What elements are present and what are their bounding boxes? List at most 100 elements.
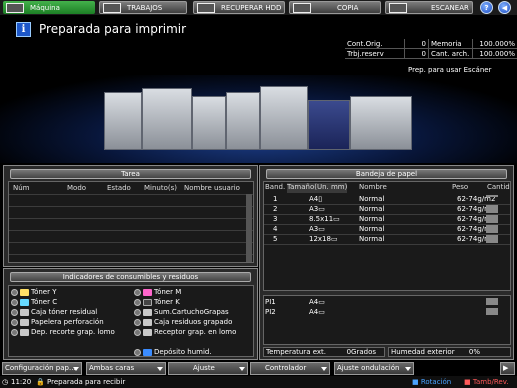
trim-icon <box>20 328 29 336</box>
toner-m-indicator: Tóner M <box>134 288 181 296</box>
tray-number: 4 <box>273 225 278 233</box>
tray-row[interactable]: 2 A3▭ Normal 62-74g/m2 <box>264 204 499 214</box>
ajuste-ondulacion-button[interactable]: Ajuste ondulación <box>334 362 414 375</box>
tray-paper-name: Normal <box>359 195 385 203</box>
waste-box-icon <box>20 308 29 316</box>
cartucho-grapas-indicator: Sum.CartuchoGrapas <box>134 308 229 316</box>
humidity-display: Humedad exterior 0% <box>388 347 511 357</box>
hdd-icon <box>197 2 215 13</box>
staple-icon <box>143 308 152 316</box>
cont-orig-value: 0 <box>405 39 429 48</box>
pi-size: A4▭ <box>309 298 325 306</box>
cant-arch-label: Cant. arch. <box>429 49 473 58</box>
lock-icon: 🔒 <box>36 378 45 386</box>
tray-number: 3 <box>273 215 278 223</box>
controlador-button[interactable]: Controlador <box>250 362 330 375</box>
toner-c-label: Tóner C <box>31 298 58 306</box>
tray-number: 2 <box>273 205 278 213</box>
ajuste-ondulacion-label: Ajuste ondulación <box>337 364 400 372</box>
help-button[interactable]: ? <box>480 1 493 14</box>
configuracion-papel-button[interactable]: Configuración pap... <box>2 362 82 375</box>
tray-number: 5 <box>273 235 278 243</box>
tray-quantity-bar <box>486 235 498 243</box>
toner-c-indicator: Tóner C <box>11 298 57 306</box>
col-cantidad: Cantid <box>487 183 510 191</box>
tray-paper-name: Normal <box>359 205 385 213</box>
papelera-perforacion-indicator: Papelera perforación <box>11 318 104 326</box>
tab-escanear[interactable]: ESCANEAR <box>385 1 473 14</box>
jobs-icon <box>103 2 121 13</box>
counters-table: Cont.Orig. 0 Memoria 100.000% Trbj.reser… <box>345 39 517 59</box>
staple-waste-icon <box>143 318 152 326</box>
toner-k-label: Tóner K <box>154 298 180 306</box>
pi-quantity-bar <box>486 298 498 305</box>
bandeja-title: Bandeja de papel <box>266 169 507 179</box>
punch-icon <box>20 318 29 326</box>
ajuste-button[interactable]: Ajuste <box>168 362 248 375</box>
copy-icon <box>293 2 311 13</box>
caja-residuos-grapado-label: Caja residuos grapado <box>154 318 233 326</box>
col-minutos: Minuto(s) <box>144 184 177 192</box>
col-nombre: Nombre <box>359 183 387 191</box>
temp-value: 0Grados <box>346 348 376 356</box>
top-tab-bar: Máquina TRABAJOS RECUPERAR HDD COPIA ESC… <box>0 0 517 15</box>
tab-recuperar-hdd-label: RECUPERAR HDD <box>221 3 282 12</box>
pi-row[interactable]: PI1 A4▭ <box>264 297 499 307</box>
toner-m-icon <box>143 288 152 296</box>
back-button[interactable]: ◀ <box>498 1 511 14</box>
tray-row[interactable]: 3 8.5x11▭ Normal 62-74g/m2 <box>264 214 499 224</box>
caja-residuos-grapado-indicator: Caja residuos grapado <box>134 318 232 326</box>
hum-value: 0% <box>468 348 480 356</box>
tamb-rev-indicator: ■ Tamb/Rev. <box>464 378 509 386</box>
info-icon: i <box>16 22 31 37</box>
consumibles-panel: Indicadores de consumibles y residuos Tó… <box>3 268 258 360</box>
tray-row[interactable]: 1 A4▯ Normal 62-74g/m2 <box>264 194 499 204</box>
tray-row[interactable]: 4 A3▭ Normal 62-74g/m2 <box>264 224 499 234</box>
tarea-title: Tarea <box>10 169 251 179</box>
tab-recuperar-hdd[interactable]: RECUPERAR HDD <box>193 1 285 14</box>
dep-recorte-indicator: Dep. recorte grap. lomo <box>11 328 115 336</box>
ambas-caras-button[interactable]: Ambas caras <box>86 362 166 375</box>
pi-row[interactable]: PI2 A4▭ <box>264 307 499 317</box>
toner-y-indicator: Tóner Y <box>11 288 57 296</box>
col-peso: Peso <box>452 183 469 191</box>
tarea-scrollbar[interactable] <box>246 194 252 262</box>
rotacion-label: Rotación <box>420 378 452 386</box>
cant-arch-value: 100.000% <box>479 50 515 58</box>
consumibles-area: Tóner Y Tóner C Caja tóner residual Pape… <box>8 285 254 357</box>
tray-size: A3▭ <box>309 225 325 233</box>
caja-toner-residual-label: Caja tóner residual <box>31 308 98 316</box>
scan-icon <box>389 2 407 13</box>
tab-copia[interactable]: COPIA <box>289 1 381 14</box>
tab-maquina[interactable]: Máquina <box>3 1 95 14</box>
col-modo: Modo <box>67 184 87 192</box>
tray-paper-name: Normal <box>359 225 385 233</box>
pi-quantity-bar <box>486 308 498 315</box>
toner-y-icon <box>20 288 29 296</box>
tab-trabajos[interactable]: TRABAJOS <box>99 1 187 14</box>
caja-toner-residual-indicator: Caja tóner residual <box>11 308 97 316</box>
clock-icon: ◷ <box>2 378 9 386</box>
pi-number: PI2 <box>265 308 276 316</box>
more-button[interactable]: ▶ <box>500 362 515 375</box>
rotacion-indicator: ■ Rotación <box>412 378 452 386</box>
status-message: Preparada para imprimir <box>39 22 187 36</box>
col-band: Band. <box>265 183 286 191</box>
tarea-list[interactable]: Núm Modo Estado Minuto(s) Nombre usuario <box>8 181 254 263</box>
footer-status: Preparada para recibir <box>47 378 126 386</box>
receptor-grap-indicator: Receptor grap. en lomo <box>134 328 236 336</box>
papelera-perforacion-label: Papelera perforación <box>31 318 104 326</box>
cont-orig-label: Cont.Orig. <box>345 39 405 48</box>
toner-y-label: Tóner Y <box>31 288 57 296</box>
toner-c-icon <box>20 298 29 306</box>
ajuste-label: Ajuste <box>193 364 215 372</box>
tray-row[interactable]: 5 12x18▭ Normal 62-74g/m2 <box>264 234 499 244</box>
memoria-value: 100.000% <box>479 40 515 48</box>
tab-escanear-label: ESCANEAR <box>431 3 469 12</box>
tab-maquina-label: Máquina <box>30 3 60 12</box>
deposito-humid-indicator: Depósito humid. <box>134 348 212 356</box>
trbj-reserv-label: Trbj.reserv <box>345 49 405 58</box>
toner-k-icon <box>143 298 152 306</box>
tray-quantity-bar <box>486 195 498 197</box>
pi-size: A4▭ <box>309 308 325 316</box>
